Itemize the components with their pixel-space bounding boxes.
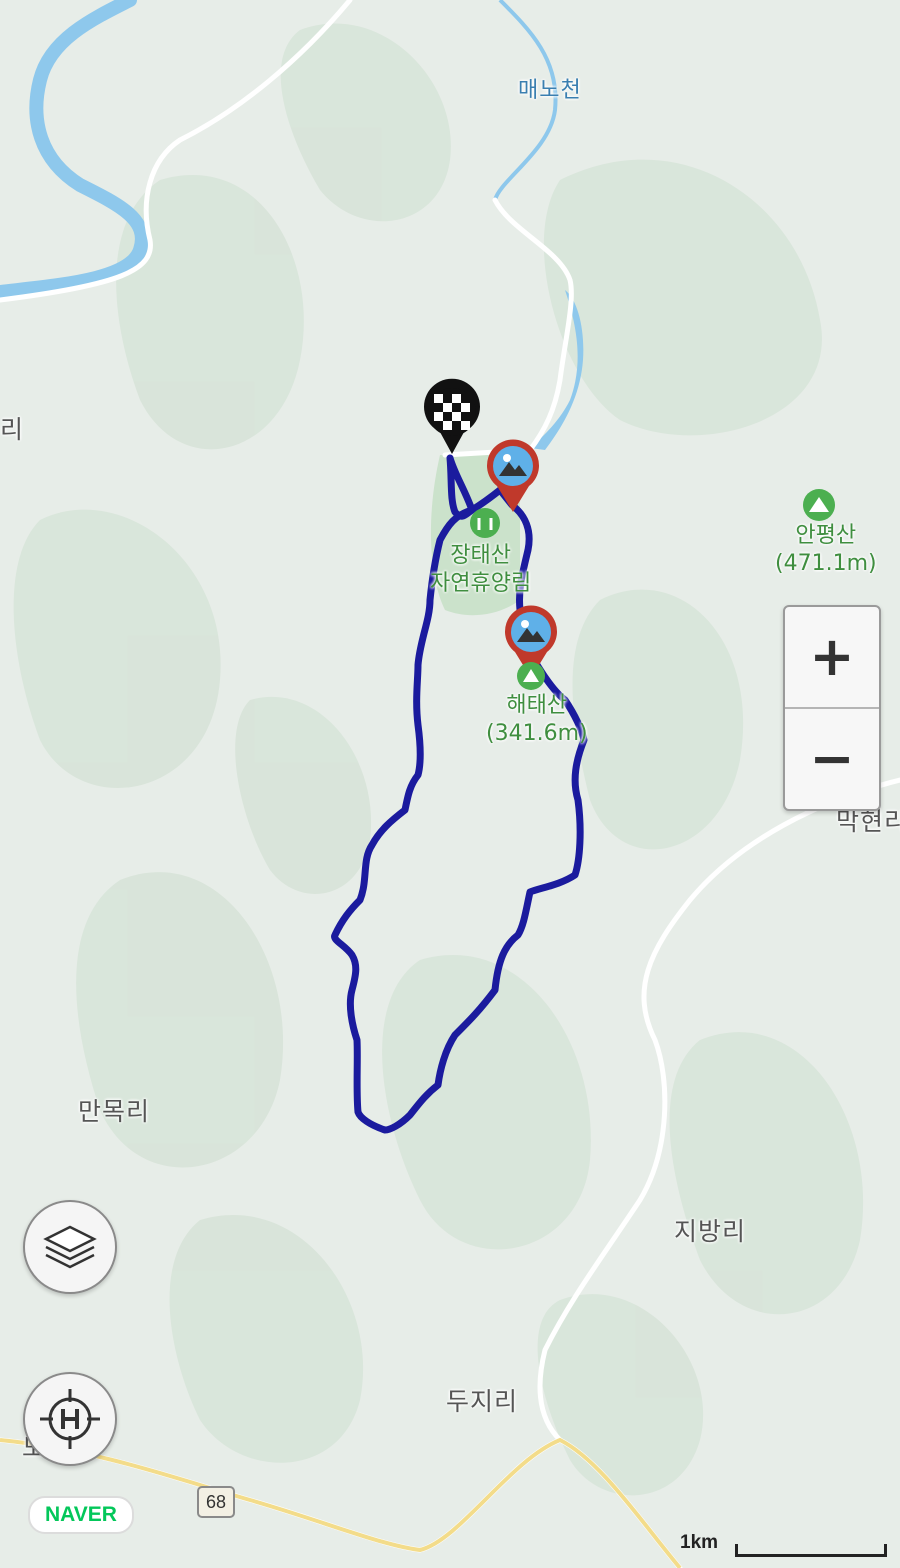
poi-label-jangtaesan: 장태산 자연휴양림 bbox=[430, 543, 532, 596]
route-68-shield: 68 bbox=[197, 1486, 235, 1518]
zoom-control: + − bbox=[783, 605, 881, 811]
scale-bar bbox=[735, 1544, 887, 1557]
peak-icon-anpyeongsan bbox=[803, 489, 835, 521]
place-label-manmok: 만목리 bbox=[78, 1097, 151, 1126]
poi-elevation-haetaesan: (341.6m) bbox=[486, 721, 588, 746]
scale-label: 1km bbox=[680, 1532, 719, 1553]
naver-logo: NAVER bbox=[28, 1496, 134, 1534]
poi-name-haetaesan: 해태산 bbox=[506, 693, 568, 718]
poi-haetaesan: 해태산 (341.6m) bbox=[486, 692, 588, 748]
place-label-jibang: 지방리 bbox=[674, 1217, 747, 1246]
home-locate-icon bbox=[40, 1389, 100, 1449]
map-canvas[interactable] bbox=[0, 0, 900, 1568]
place-label-duji: 두지리 bbox=[446, 1387, 519, 1416]
peak-icon-haetaesan bbox=[517, 662, 545, 690]
zoom-in-button[interactable]: + bbox=[785, 607, 879, 707]
layers-icon bbox=[43, 1225, 97, 1269]
place-label-maenocheon: 매노천 bbox=[518, 78, 582, 103]
forest-icon bbox=[470, 508, 500, 538]
poi-anpyeongsan: 안평산 (471.1m) bbox=[775, 522, 877, 578]
poi-name-anpyeongsan: 안평산 bbox=[795, 523, 857, 548]
plus-icon: + bbox=[809, 625, 855, 688]
zoom-out-button[interactable]: − bbox=[785, 707, 879, 809]
place-label-ri-partial: 리 bbox=[0, 415, 25, 444]
layers-button[interactable] bbox=[23, 1200, 117, 1294]
poi-elevation-anpyeongsan: (471.1m) bbox=[775, 551, 877, 576]
minus-icon: − bbox=[809, 727, 855, 790]
home-locate-button[interactable] bbox=[23, 1372, 117, 1466]
